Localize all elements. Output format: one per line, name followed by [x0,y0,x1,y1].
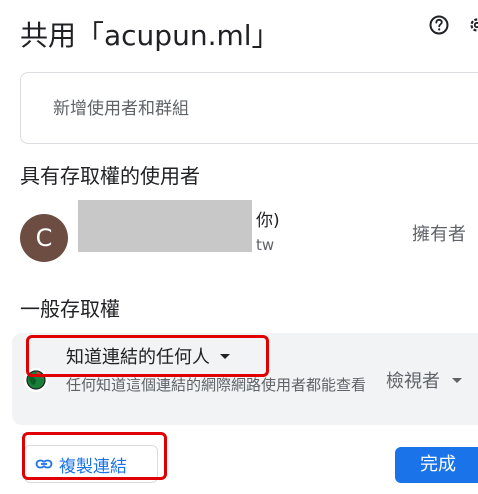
general-access-role: 檢視者 [386,371,440,392]
user-email: tw [256,236,275,254]
chevron-down-icon [452,377,462,383]
general-access-description: 任何知道這個連結的網際網路使用者都能查看 [66,376,367,394]
general-access-heading: 一般存取權 [20,297,120,321]
redacted-user-info [78,200,252,252]
done-button[interactable]: 完成 [395,447,478,483]
dialog-title: 共用「acupun.ml」 [20,19,280,52]
highlight-box-copy-link [22,432,167,480]
user-name: 你) [256,211,280,231]
general-access-role-dropdown[interactable]: 檢視者 [386,367,462,393]
settings-icon[interactable] [466,14,478,36]
add-people-input[interactable] [51,95,455,123]
people-with-access-heading: 具有存取權的使用者 [20,164,200,188]
add-people-field[interactable] [20,72,478,144]
help-icon[interactable] [428,14,450,36]
highlight-box-access-dropdown [26,335,269,377]
owner-role-label: 擁有者 [412,224,466,245]
user-avatar: C [20,214,68,262]
